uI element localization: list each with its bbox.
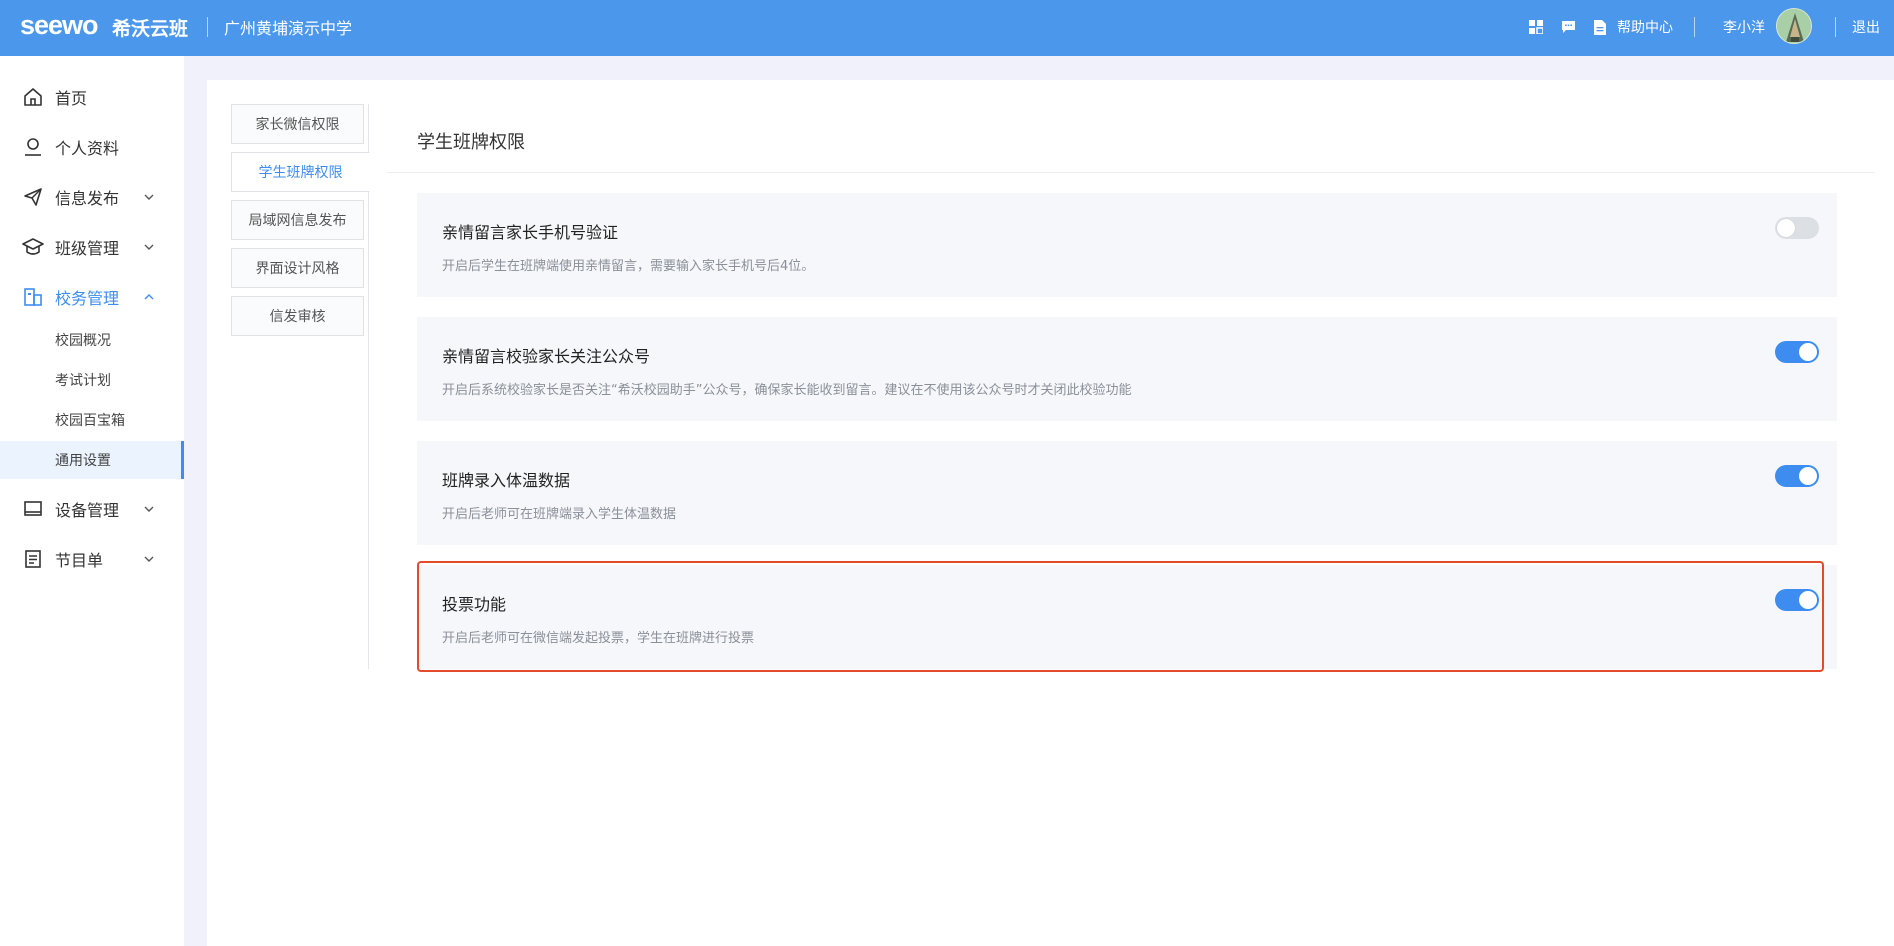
toggle-knob: [1777, 219, 1795, 237]
tab-publish-review[interactable]: 信发审核: [231, 296, 364, 336]
divider: [387, 172, 1875, 173]
sidebar-item-label: 个人资料: [55, 139, 120, 158]
chevron-down-icon: [143, 241, 155, 253]
sidebar-item-program-list[interactable]: 节目单: [0, 534, 184, 584]
tab-interface-design-style[interactable]: 界面设计风格: [231, 248, 364, 288]
sidebar-subitem-label: 校园概况: [55, 333, 111, 349]
sidebar-item-label: 首页: [55, 89, 88, 108]
divider: [1835, 17, 1836, 37]
tab-lan-info-publish[interactable]: 局域网信息发布: [231, 200, 364, 240]
sidebar-item-class-management[interactable]: 班级管理: [0, 222, 184, 272]
sidebar-subitem-label: 考试计划: [55, 373, 111, 389]
app-name: 希沃云班: [112, 18, 189, 40]
sidebar-subitem-general-settings[interactable]: 通用设置: [0, 441, 184, 479]
setting-title: 投票功能: [442, 595, 507, 614]
brand-logo[interactable]: seewo: [20, 10, 99, 41]
sidebar-item-profile[interactable]: 个人资料: [0, 122, 184, 172]
setting-temperature-entry: 班牌录入体温数据 开启后老师可在班牌端录入学生体温数据: [417, 441, 1837, 545]
setting-title: 亲情留言家长手机号验证: [442, 223, 619, 242]
list-icon: [22, 548, 44, 570]
parent-phone-verification-toggle[interactable]: [1775, 217, 1819, 239]
page-title: 学生班牌权限: [417, 132, 525, 153]
sidebar-subitem-campus-overview[interactable]: 校园概况: [0, 321, 184, 359]
sidebar-subitem-label: 校园百宝箱: [55, 413, 125, 429]
user-icon: [22, 136, 44, 158]
toggle-knob: [1799, 467, 1817, 485]
send-icon: [22, 186, 44, 208]
building-icon: [22, 286, 44, 308]
home-icon: [22, 86, 44, 108]
chevron-down-icon: [143, 553, 155, 565]
toggle-knob: [1799, 343, 1817, 361]
temperature-entry-toggle[interactable]: [1775, 465, 1819, 487]
sidebar-item-label: 班级管理: [55, 239, 120, 258]
parent-follow-check-toggle[interactable]: [1775, 341, 1819, 363]
setting-description: 开启后学生在班牌端使用亲情留言，需要输入家长手机号后4位。: [442, 259, 815, 274]
sidebar-subitem-exam-plan[interactable]: 考试计划: [0, 361, 184, 399]
sidebar-item-label: 设备管理: [55, 501, 120, 520]
avatar[interactable]: [1776, 8, 1812, 44]
setting-parent-phone-verification: 亲情留言家长手机号验证 开启后学生在班牌端使用亲情留言，需要输入家长手机号后4位…: [417, 193, 1837, 297]
sidebar-item-home[interactable]: 首页: [0, 72, 184, 122]
sidebar-subitem-label: 通用设置: [55, 453, 111, 469]
setting-description: 开启后老师可在微信端发起投票，学生在班牌进行投票: [442, 631, 755, 646]
setting-description: 开启后系统校验家长是否关注“希沃校园助手”公众号，确保家长能收到留言。建议在不使…: [442, 383, 1132, 398]
setting-title: 亲情留言校验家长关注公众号: [442, 347, 651, 366]
sidebar-item-info-publish[interactable]: 信息发布: [0, 172, 184, 222]
voting-toggle[interactable]: [1775, 589, 1819, 611]
sidebar-item-label: 信息发布: [55, 189, 120, 208]
chevron-up-icon: [143, 291, 155, 303]
school-name[interactable]: 广州黄埔演示中学: [224, 15, 352, 39]
message-icon[interactable]: [1558, 17, 1578, 37]
user-name[interactable]: 李小洋: [1723, 17, 1765, 37]
sidebar-item-school-affairs[interactable]: 校务管理: [0, 272, 184, 322]
divider: [1694, 17, 1695, 37]
logout-button[interactable]: 退出: [1852, 17, 1880, 37]
setting-voting: 投票功能 开启后老师可在微信端发起投票，学生在班牌进行投票: [417, 565, 1837, 669]
sidebar-subitem-campus-toolbox[interactable]: 校园百宝箱: [0, 401, 184, 439]
tab-student-board-permissions[interactable]: 学生班牌权限: [231, 152, 370, 192]
graduation-cap-icon: [22, 236, 44, 258]
document-icon[interactable]: [1590, 17, 1610, 37]
monitor-icon: [22, 498, 44, 520]
divider: [207, 17, 208, 37]
sidebar-item-label: 节目单: [55, 551, 104, 570]
chevron-down-icon: [143, 191, 155, 203]
setting-description: 开启后老师可在班牌端录入学生体温数据: [442, 507, 677, 522]
toggle-knob: [1799, 591, 1817, 609]
tab-parent-wechat-permissions[interactable]: 家长微信权限: [231, 104, 364, 144]
settings-tab-list: 家长微信权限 学生班牌权限 局域网信息发布 界面设计风格 信发审核: [231, 104, 370, 669]
setting-parent-follow-check: 亲情留言校验家长关注公众号 开启后系统校验家长是否关注“希沃校园助手”公众号，确…: [417, 317, 1837, 421]
setting-title: 班牌录入体温数据: [442, 471, 571, 490]
chevron-down-icon: [143, 503, 155, 515]
sidebar-item-device-management[interactable]: 设备管理: [0, 484, 184, 534]
sidebar: 首页 个人资料 信息发布 班级管理 校务管理 校园概况 考试计划 校园百宝箱 通…: [0, 56, 184, 946]
sidebar-item-label: 校务管理: [55, 289, 120, 308]
content-card: 家长微信权限 学生班牌权限 局域网信息发布 界面设计风格 信发审核 学生班牌权限…: [207, 80, 1894, 946]
help-center-link[interactable]: 帮助中心: [1617, 17, 1673, 37]
top-bar: seewo 希沃云班 广州黄埔演示中学 帮助中心 李小洋 退出: [0, 0, 1894, 56]
apps-grid-icon[interactable]: [1526, 17, 1546, 37]
